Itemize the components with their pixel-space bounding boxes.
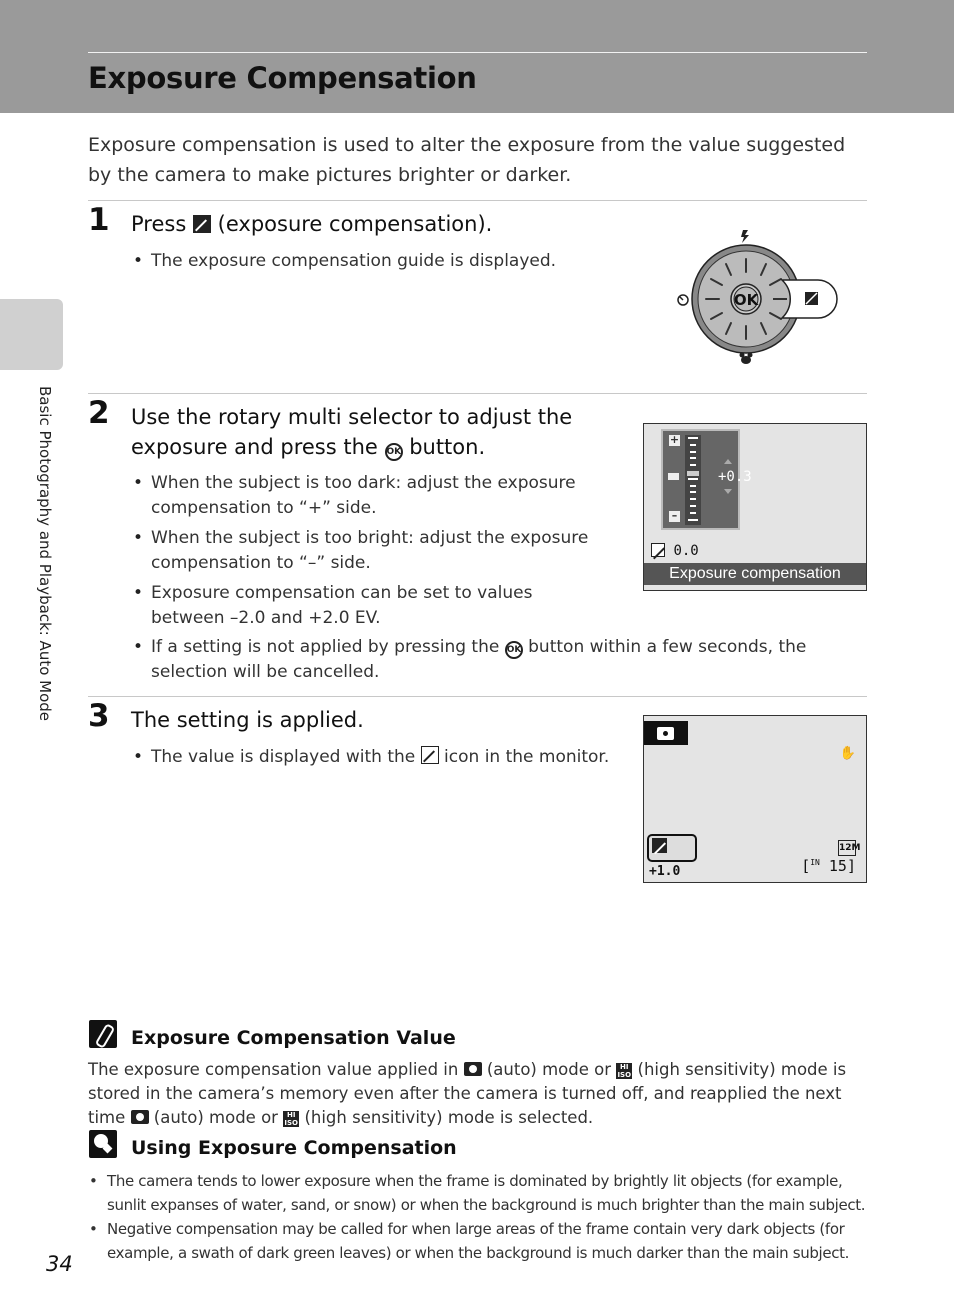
pencil-note-icon — [89, 1020, 117, 1049]
exposure-compensation-icon — [192, 215, 211, 233]
current-ev-readout: 0.0 — [651, 543, 699, 559]
intro-paragraph: Exposure compensation is used to alter t… — [88, 134, 846, 186]
header-rule — [88, 52, 867, 53]
ev-tick — [690, 498, 696, 501]
memory-indicator: IN — [810, 858, 820, 867]
ev-selected-marker — [687, 471, 699, 476]
bullet-text: If a setting is not applied by pressing … — [151, 637, 500, 657]
bullet: Exposure compensation can be set to valu… — [131, 581, 606, 631]
ev-tick — [690, 464, 696, 467]
ok-button-icon: OK — [384, 443, 403, 461]
chapter-label: Basic Photography and Playback: Auto Mod… — [36, 386, 58, 766]
chapter-label-text: Basic Photography and Playback: Auto Mod… — [36, 386, 54, 722]
step-2-title-line-1: Use the rotary multi selector to adjust … — [131, 405, 573, 429]
macro-icon — [739, 352, 753, 364]
exposure-compensation-icon — [805, 292, 818, 305]
auto-mode-icon — [130, 1110, 149, 1124]
minus-icon: – — [669, 510, 680, 522]
monitor-exposure-guide: + – +0.3 0.0 Exposure compensation — [643, 423, 867, 591]
ev-indicator: +1.0 — [647, 834, 697, 879]
bullet: When the subject is too bright: adjust t… — [131, 526, 606, 576]
bullet: The value is displayed with the icon in … — [131, 745, 631, 770]
ev-tick — [690, 511, 696, 514]
monitor-shooting-display: ✋ +1.0 12M [IN 15] — [643, 715, 867, 883]
self-timer-icon — [677, 294, 689, 306]
exposure-compensation-icon — [420, 746, 439, 764]
ev-tick — [690, 457, 696, 460]
current-ev-value: 0.0 — [673, 543, 699, 559]
divider — [88, 393, 867, 394]
ev-tick — [688, 518, 698, 521]
exposures-remaining: 15 — [828, 857, 847, 875]
ok-button: OK — [730, 283, 762, 315]
step-3-bullets: The value is displayed with the icon in … — [131, 745, 631, 775]
step-1-bullets: The exposure compensation guide is displ… — [131, 249, 611, 279]
tip-lightbulb-icon — [89, 1130, 117, 1158]
ev-value: +1.0 — [649, 864, 681, 879]
auto-mode-icon — [463, 1062, 482, 1076]
step-2-title-line-2-end: button. — [409, 435, 486, 459]
divider — [88, 696, 867, 697]
selected-ev-value: +0.3 — [718, 469, 752, 485]
bullet: The camera tends to lower exposure when … — [88, 1169, 878, 1217]
high-sensitivity-icon: HI ISO — [283, 1111, 300, 1127]
bullet: Negative compensation may be called for … — [88, 1217, 878, 1265]
step-1-title-text: Press — [131, 212, 187, 236]
vr-and-af-icons: ✋ — [839, 746, 856, 761]
tip-bullets: The camera tends to lower exposure when … — [88, 1169, 878, 1265]
bullet-text-2: icon in the monitor. — [444, 747, 610, 767]
note-title: Exposure Compensation Value — [131, 1027, 456, 1049]
exposure-compensation-icon — [651, 543, 665, 557]
svg-text:OK: OK — [734, 291, 760, 309]
bullet: The exposure compensation guide is displ… — [131, 249, 611, 274]
current-marker-icon — [668, 473, 679, 480]
chapter-tab — [0, 299, 63, 370]
step-number-1: 1 — [88, 202, 110, 238]
step-1-title: Press (exposure compensation). — [131, 209, 492, 239]
ev-tick — [690, 491, 696, 494]
tip-title: Using Exposure Compensation — [131, 1137, 457, 1159]
plus-icon: + — [669, 433, 680, 446]
page-header: Exposure Compensation — [0, 0, 954, 113]
image-size-indicator: 12M — [838, 840, 860, 856]
note-text: (auto) mode or — [153, 1108, 278, 1127]
ev-tick — [688, 437, 698, 439]
note-text: (high sensitivity) mode is selected. — [304, 1108, 594, 1127]
screen-caption: Exposure compensation — [644, 563, 866, 585]
step-3-title: The setting is applied. — [131, 708, 364, 732]
down-arrow-icon — [724, 489, 732, 494]
note-text: The exposure compensation value applied … — [88, 1060, 459, 1079]
step-2-bullets: When the subject is too dark: adjust the… — [131, 471, 606, 636]
bullet: If a setting is not applied by pressing … — [131, 635, 871, 685]
auto-mode-camera-icon — [644, 721, 688, 745]
ev-tick — [690, 505, 696, 507]
ev-tick — [688, 477, 698, 480]
step-2-title: Use the rotary multi selector to adjust … — [131, 402, 572, 462]
ev-tick — [690, 484, 696, 487]
divider — [88, 200, 867, 201]
ev-tick — [690, 450, 696, 453]
bullet: When the subject is too dark: adjust the… — [131, 471, 606, 521]
step-2-title-line-2: exposure and press the — [131, 435, 378, 459]
step-2-wide-bullet: If a setting is not applied by pressing … — [131, 635, 871, 690]
note-text: (auto) mode or — [486, 1060, 612, 1079]
ev-tick — [690, 443, 696, 446]
step-number-3: 3 — [88, 698, 110, 734]
memory-remaining: [IN 15] — [801, 857, 856, 875]
ev-scale — [685, 435, 701, 525]
exposure-guide-panel: + – +0.3 — [661, 429, 752, 530]
step-1-title-text-2: (exposure compensation). — [217, 212, 493, 236]
step-number-2: 2 — [88, 395, 110, 431]
note-body: The exposure compensation value applied … — [88, 1058, 868, 1130]
bullet-text: The value is displayed with the — [151, 747, 416, 767]
ok-button-icon: OK — [504, 641, 523, 659]
up-arrow-icon — [724, 459, 732, 464]
exposure-compensation-icon — [652, 838, 667, 853]
rotary-multi-selector-diagram: OK — [677, 230, 838, 364]
page-number: 34 — [46, 1252, 73, 1276]
flash-icon — [741, 230, 749, 243]
page-title: Exposure Compensation — [88, 61, 477, 95]
high-sensitivity-icon: HI ISO — [616, 1063, 633, 1079]
